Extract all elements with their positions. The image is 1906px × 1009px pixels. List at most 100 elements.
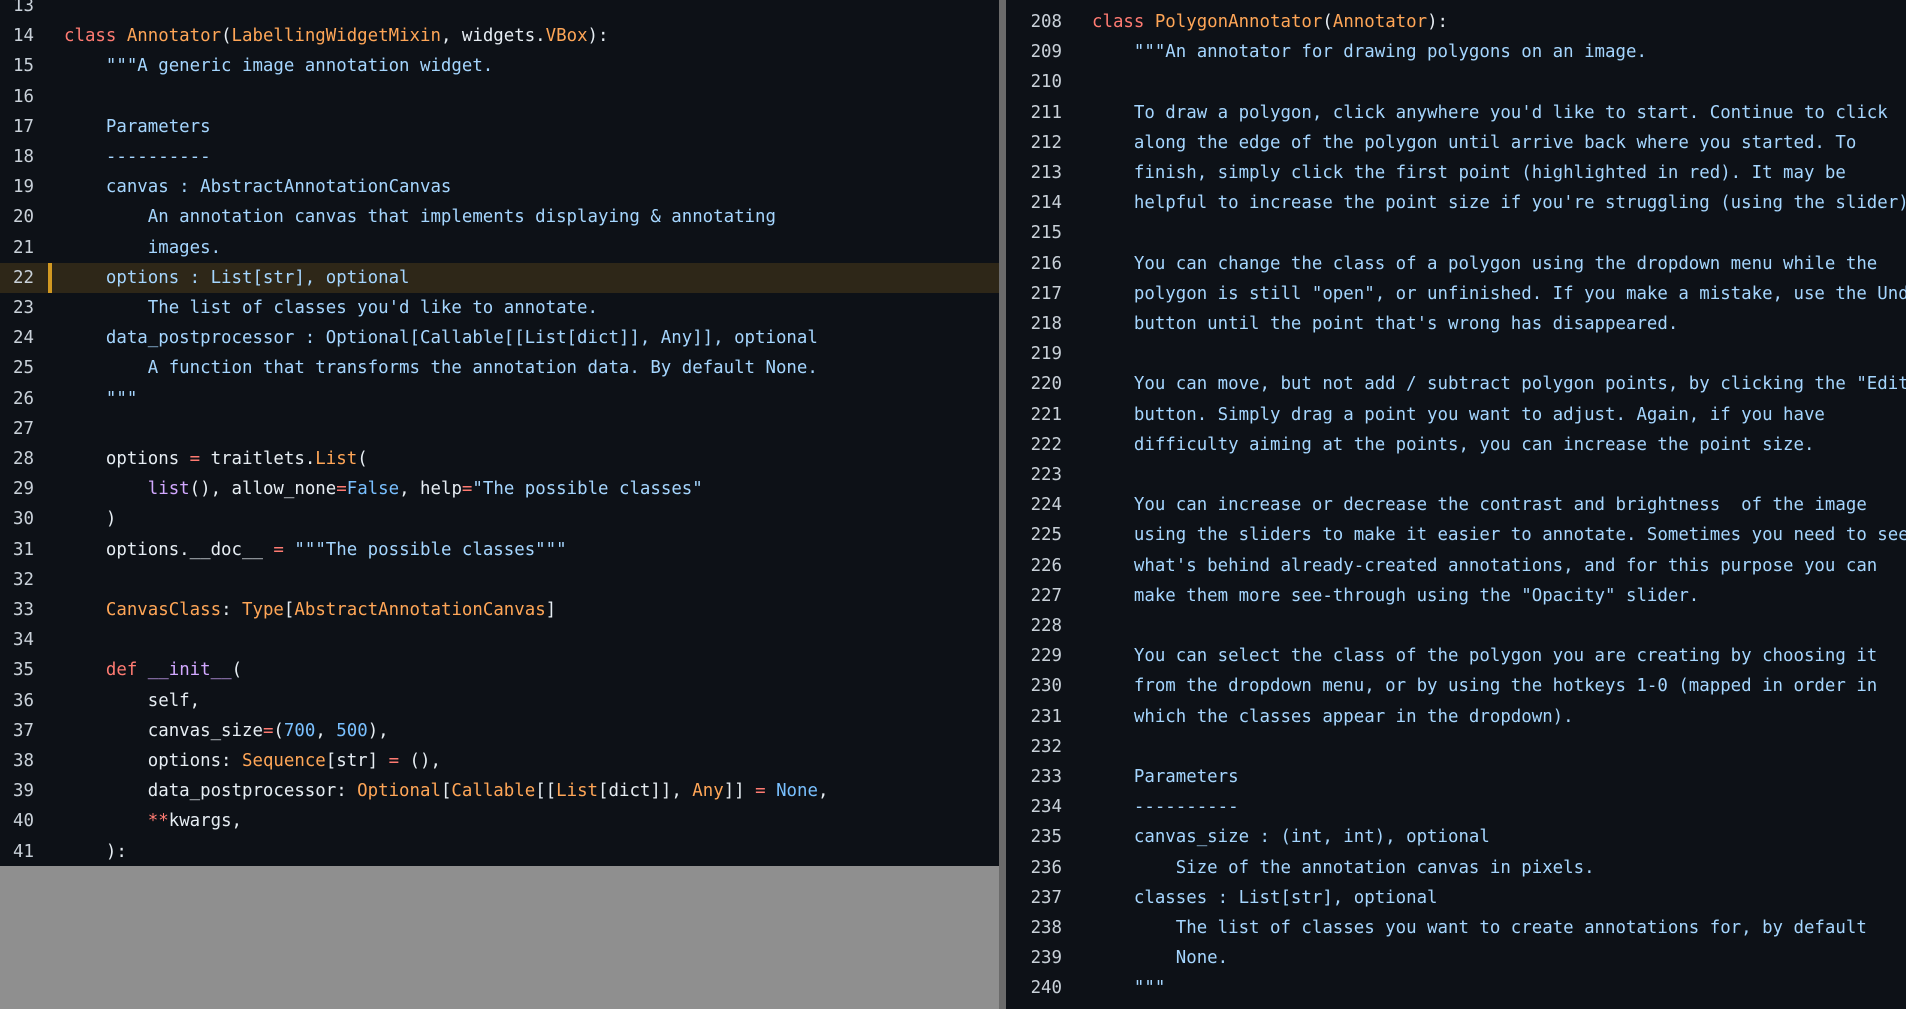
code-line[interactable]: 237 classes : List[str], optional bbox=[1006, 883, 1906, 913]
code-line[interactable]: 234 ---------- bbox=[1006, 792, 1906, 822]
code-line[interactable]: 34 bbox=[0, 625, 999, 655]
code-line[interactable]: 14 class Annotator(LabellingWidgetMixin, … bbox=[0, 21, 999, 51]
code-line[interactable]: 233 Parameters bbox=[1006, 762, 1906, 792]
line-number: 208 bbox=[1030, 12, 1062, 32]
code-token: options : List[str], optional bbox=[64, 267, 410, 288]
code-line[interactable]: 218 button until the point that's wrong … bbox=[1006, 309, 1906, 339]
line-number: 34 bbox=[13, 630, 34, 651]
code-line[interactable]: 32 bbox=[0, 565, 999, 595]
code-line[interactable]: 213 finish, simply click the first point… bbox=[1006, 158, 1906, 188]
code-text: canvas_size : (int, int), optional bbox=[1092, 822, 1490, 852]
code-line[interactable]: 31 options.__doc__ = """The possible cla… bbox=[0, 535, 999, 565]
code-line[interactable]: 15 """A generic image annotation widget. bbox=[0, 51, 999, 81]
code-line[interactable]: 231 which the classes appear in the drop… bbox=[1006, 702, 1906, 732]
code-line[interactable]: 239 None. bbox=[1006, 943, 1906, 973]
code-token: along the edge of the polygon until arri… bbox=[1092, 132, 1857, 153]
code-token: ( bbox=[273, 720, 284, 741]
code-line[interactable]: 236 Size of the annotation canvas in pix… bbox=[1006, 853, 1906, 883]
code-line[interactable]: 208 class PolygonAnnotator(Annotator): bbox=[1006, 7, 1906, 37]
code-line[interactable]: 18 ---------- bbox=[0, 142, 999, 172]
code-line[interactable]: 215 bbox=[1006, 218, 1906, 248]
code-line[interactable]: 219 bbox=[1006, 339, 1906, 369]
code-line[interactable]: 25 A function that transforms the annota… bbox=[0, 353, 999, 383]
code-line[interactable]: 224 You can increase or decrease the con… bbox=[1006, 490, 1906, 520]
code-line[interactable]: 223 bbox=[1006, 460, 1906, 490]
line-number: 234 bbox=[1030, 797, 1062, 818]
code-text: button. Simply drag a point you want to … bbox=[1092, 400, 1825, 430]
code-line[interactable]: 238 The list of classes you want to crea… bbox=[1006, 913, 1906, 943]
code-line[interactable]: 23 The list of classes you'd like to ann… bbox=[0, 293, 999, 323]
code-line[interactable]: 228 bbox=[1006, 611, 1906, 641]
code-token: list bbox=[147, 479, 190, 500]
code-line[interactable]: 19 canvas : AbstractAnnotationCanvas bbox=[0, 172, 999, 202]
code-line[interactable]: 235 canvas_size : (int, int), optional bbox=[1006, 822, 1906, 852]
code-line[interactable]: 16 bbox=[0, 82, 999, 112]
code-token: def bbox=[105, 660, 138, 681]
code-token: , widgets. bbox=[440, 26, 546, 47]
code-token: class bbox=[64, 26, 127, 47]
code-line[interactable]: 217 polygon is still "open", or unfinish… bbox=[1006, 279, 1906, 309]
code-line[interactable]: 28 options = traitlets.List( bbox=[0, 444, 999, 474]
right-editor-pane[interactable]: 208 class PolygonAnnotator(Annotator): 209… bbox=[1006, 0, 1906, 1009]
code-line[interactable]: 209 """An annotator for drawing polygons… bbox=[1006, 37, 1906, 67]
code-line[interactable]: 30 ) bbox=[0, 504, 999, 534]
code-token: [str] bbox=[325, 751, 389, 771]
code-line[interactable]: 27 bbox=[0, 414, 999, 444]
code-line[interactable]: 35 def __init__( bbox=[0, 655, 999, 685]
code-line[interactable]: 20 An annotation canvas that implements … bbox=[0, 202, 999, 232]
code-text: self, bbox=[64, 686, 200, 716]
code-token: Optional bbox=[357, 781, 441, 802]
code-token: options: bbox=[64, 751, 242, 771]
code-line[interactable]: 29 list(), allow_none=False, help="The p… bbox=[0, 474, 999, 504]
code-line[interactable]: 229 You can select the class of the poly… bbox=[1006, 641, 1906, 671]
line-number: 23 bbox=[13, 298, 34, 318]
code-line[interactable]: 36 self, bbox=[0, 686, 999, 716]
code-token: (), allow_none bbox=[189, 479, 337, 500]
code-line[interactable]: 214 helpful to increase the point size i… bbox=[1006, 188, 1906, 218]
code-line[interactable]: 211 To draw a polygon, click anywhere yo… bbox=[1006, 98, 1906, 128]
code-line[interactable]: 40 **kwargs, bbox=[0, 806, 999, 836]
code-line[interactable]: 24 data_postprocessor : Optional[Callabl… bbox=[0, 323, 999, 353]
code-line[interactable]: 39 data_postprocessor: Optional[Callable… bbox=[0, 776, 999, 806]
code-line[interactable]: 230 from the dropdown menu, or by using … bbox=[1006, 671, 1906, 701]
line-number: 214 bbox=[1030, 193, 1062, 214]
code-line[interactable]: 241 bbox=[1006, 1004, 1906, 1009]
code-line[interactable]: 21 images. bbox=[0, 233, 999, 263]
code-text: button until the point that's wrong has … bbox=[1092, 309, 1678, 339]
code-token: List bbox=[315, 449, 358, 469]
left-editor-pane[interactable]: 13 14 class Annotator(LabellingWidgetMixin… bbox=[0, 0, 999, 866]
code-line[interactable]: 22 options : List[str], optional bbox=[0, 262, 999, 293]
code-token: CanvasClass bbox=[105, 600, 222, 620]
code-line[interactable]: 17 Parameters bbox=[0, 112, 999, 142]
code-line[interactable]: 41 ): bbox=[0, 837, 999, 866]
code-line[interactable]: 26 """ bbox=[0, 384, 999, 414]
code-line[interactable]: 222 difficulty aiming at the points, you… bbox=[1006, 430, 1906, 460]
code-line[interactable]: 227 make them more see-through using the… bbox=[1006, 581, 1906, 611]
code-line[interactable]: 210 bbox=[1006, 67, 1906, 97]
code-token: ( bbox=[357, 449, 368, 469]
pane-divider[interactable] bbox=[999, 0, 1006, 1009]
code-line[interactable]: 220 You can move, but not add / subtract… bbox=[1006, 369, 1906, 399]
code-token: canvas : AbstractAnnotationCanvas bbox=[64, 177, 452, 198]
code-token: ), bbox=[367, 720, 389, 741]
line-number: 230 bbox=[1030, 676, 1062, 697]
code-line[interactable]: 232 bbox=[1006, 732, 1906, 762]
code-text: along the edge of the polygon until arri… bbox=[1092, 128, 1856, 158]
code-line[interactable]: 212 along the edge of the polygon until … bbox=[1006, 128, 1906, 158]
code-line[interactable]: 37 canvas_size=(700, 500), bbox=[0, 716, 999, 746]
code-line[interactable]: 216 You can change the class of a polygo… bbox=[1006, 249, 1906, 279]
code-line[interactable]: 13 bbox=[0, 0, 999, 21]
code-token: difficulty aiming at the points, you can… bbox=[1092, 434, 1815, 455]
code-token: """ bbox=[1092, 978, 1166, 999]
code-line[interactable]: 225 using the sliders to make it easier … bbox=[1006, 520, 1906, 550]
code-text: """ bbox=[1092, 973, 1165, 1003]
code-token: "The possible classes" bbox=[472, 479, 703, 500]
code-line[interactable]: 33 CanvasClass: Type[AbstractAnnotationC… bbox=[0, 595, 999, 625]
code-text: ) bbox=[64, 504, 116, 534]
code-line[interactable]: 38 options: Sequence[str] = (), bbox=[0, 746, 999, 776]
code-line[interactable]: 226 what's behind already-created annota… bbox=[1006, 551, 1906, 581]
code-token: Parameters bbox=[1092, 767, 1239, 787]
code-line[interactable]: 221 button. Simply drag a point you want… bbox=[1006, 400, 1906, 430]
code-line[interactable]: 240 """ bbox=[1006, 973, 1906, 1003]
line-number: 220 bbox=[1030, 374, 1062, 395]
